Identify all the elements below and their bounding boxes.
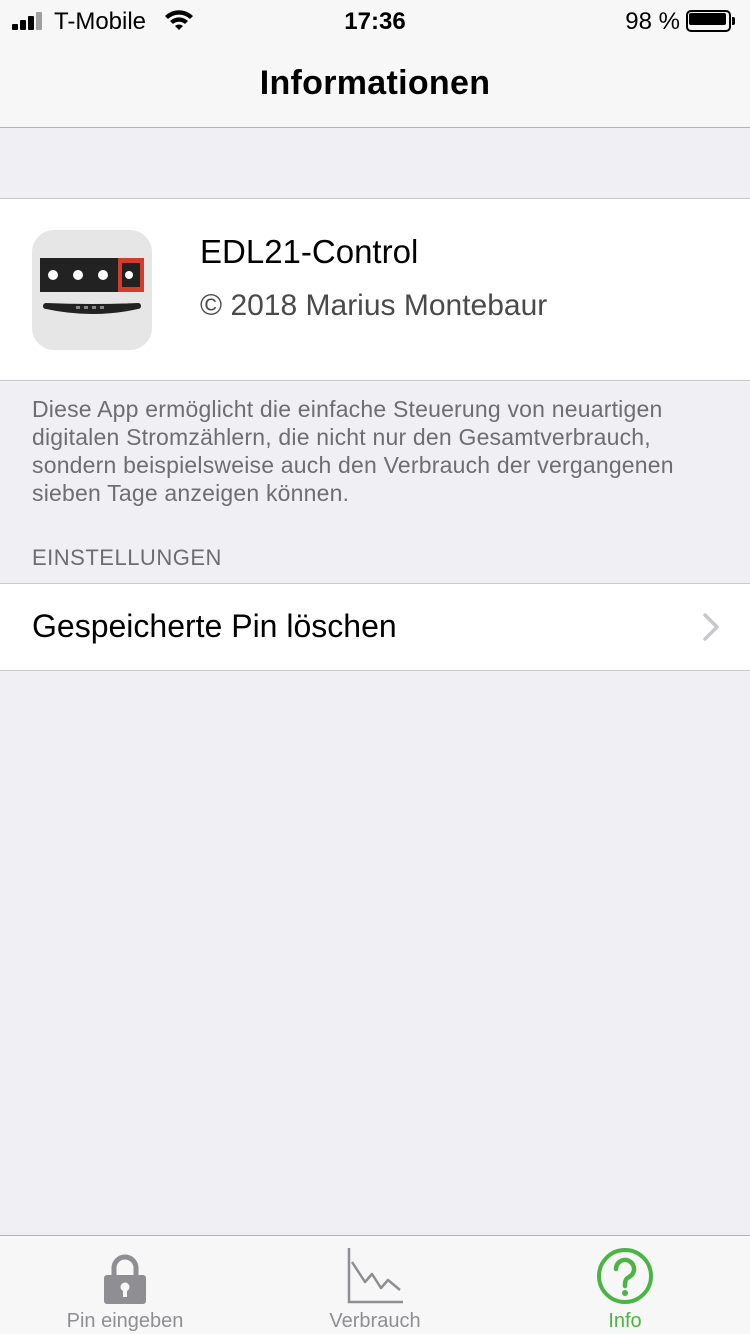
app-name: EDL21-Control: [200, 233, 419, 270]
app-copyright: © 2018 Marius Montebaur: [200, 289, 548, 322]
battery-icon: [686, 10, 736, 32]
battery-percent: 98 %: [625, 8, 680, 35]
app-description: Diese App ermöglicht die einfache Steuer…: [32, 396, 674, 506]
tab-label: Pin eingeben: [66, 1310, 184, 1332]
question-circle-icon: [597, 1248, 653, 1304]
status-bar: T-Mobile 17:36 98 %: [0, 0, 750, 40]
settings-section-header: EINSTELLUNGEN: [32, 545, 222, 570]
tab-bar: Pin eingeben Verbrauch Info: [0, 1235, 750, 1334]
chevron-right-icon: [703, 613, 719, 641]
delete-pin-cell[interactable]: Gespeicherte Pin löschen: [0, 583, 750, 671]
app-info-cell: EDL21-Control © 2018 Marius Montebaur: [0, 198, 750, 381]
tab-verbrauch[interactable]: Verbrauch: [250, 1236, 500, 1334]
lock-icon: [104, 1254, 146, 1304]
delete-pin-label: Gespeicherte Pin löschen: [32, 608, 397, 644]
tab-label: Verbrauch: [329, 1310, 421, 1332]
navigation-bar: Informationen: [0, 40, 750, 128]
chart-icon: [347, 1248, 403, 1304]
tab-label: Info: [608, 1310, 642, 1332]
tab-info[interactable]: Info: [500, 1236, 750, 1334]
tab-pin-eingeben[interactable]: Pin eingeben: [0, 1236, 250, 1334]
app-icon: [32, 230, 152, 350]
page-title: Informationen: [259, 64, 491, 102]
